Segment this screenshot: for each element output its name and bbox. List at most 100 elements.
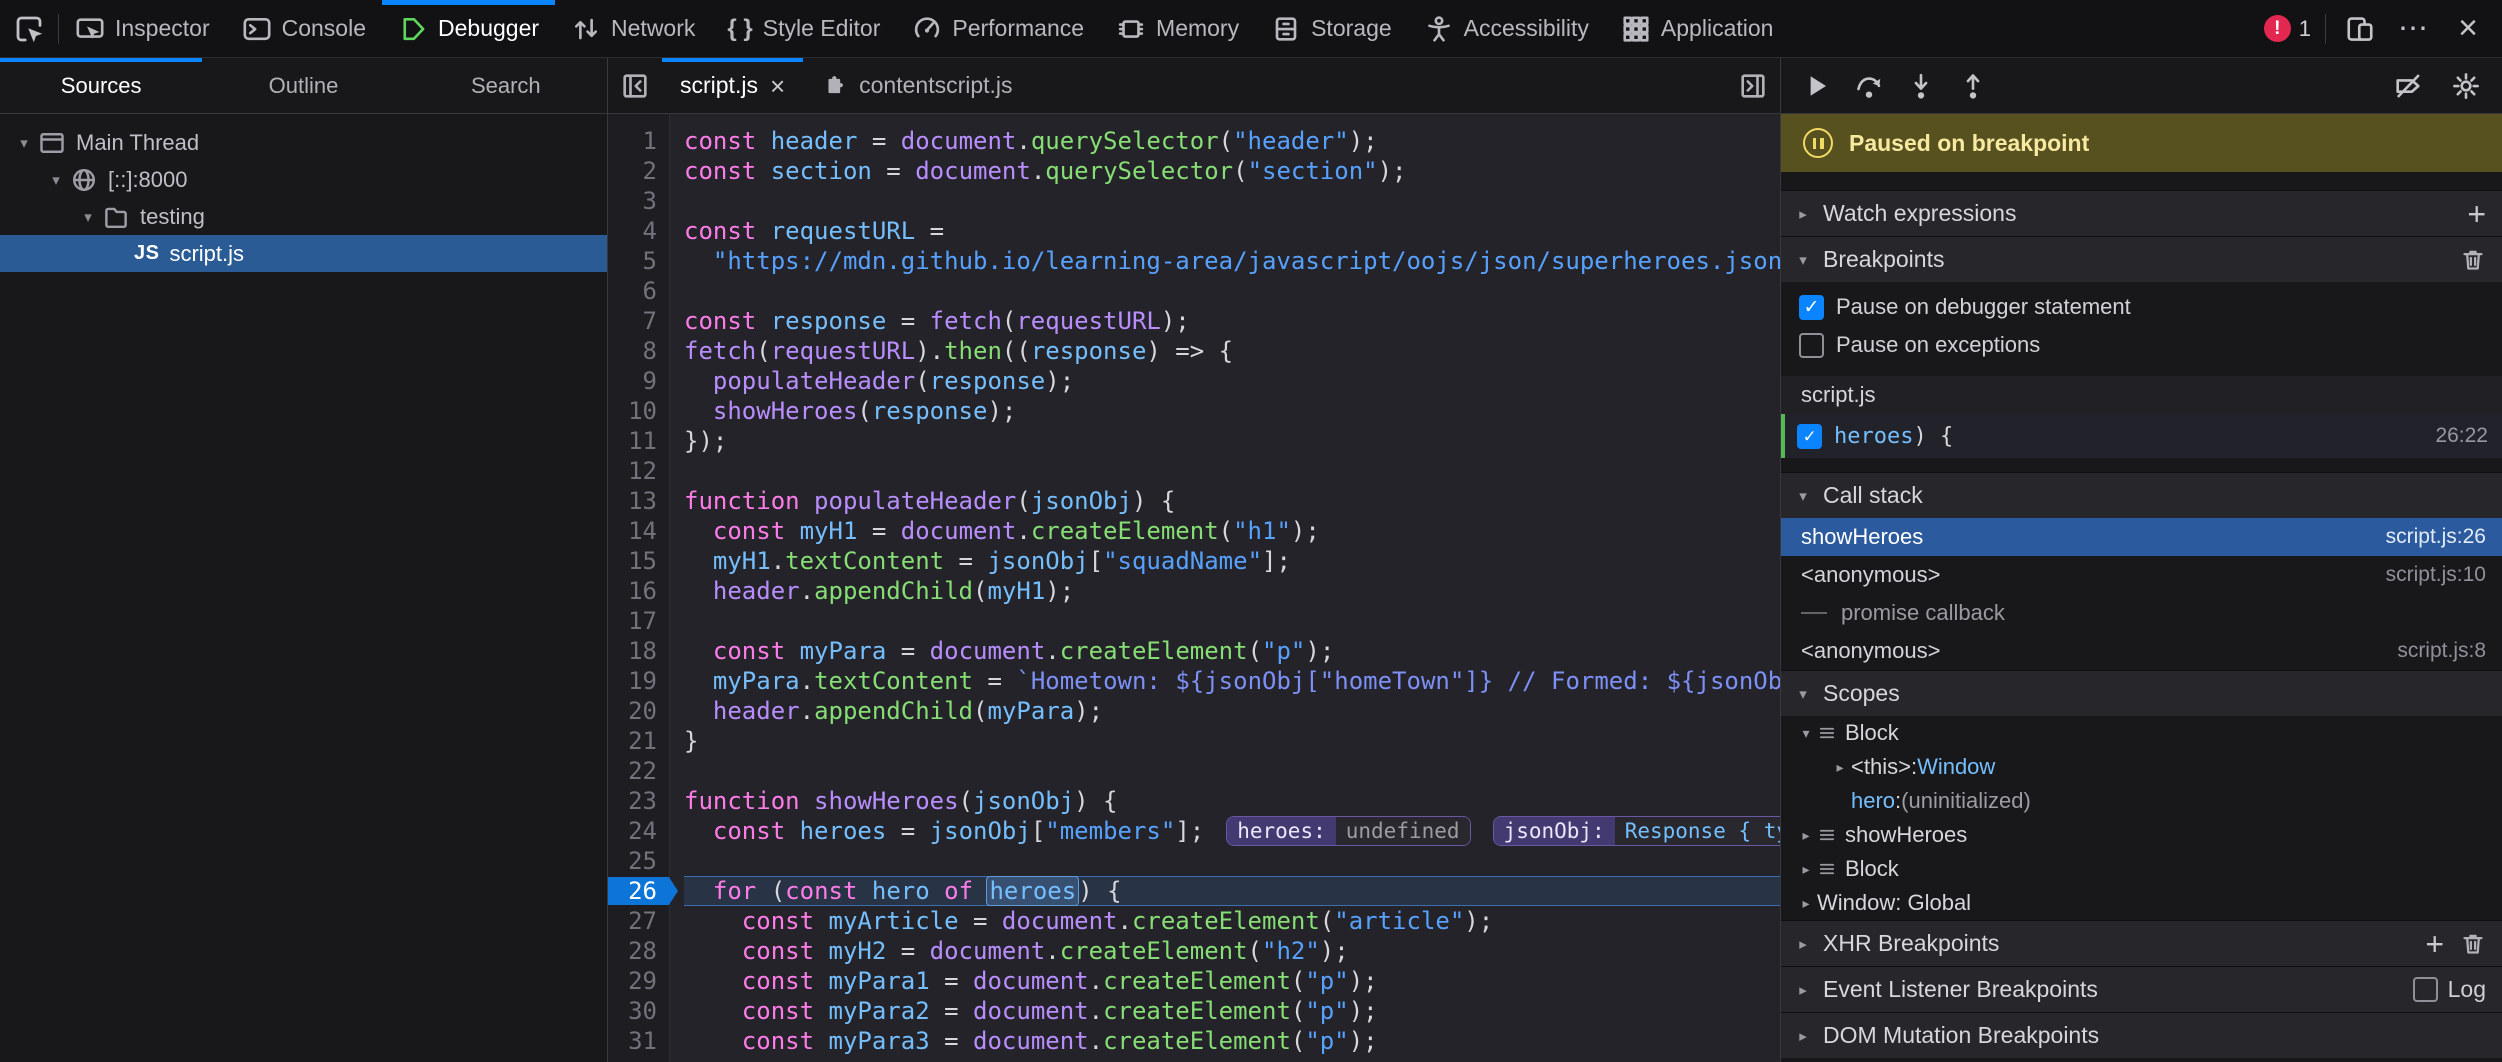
editor-tab-script-js[interactable]: script.js× <box>662 58 803 113</box>
line-number-text: 24 <box>628 817 657 845</box>
line-number[interactable]: 12 <box>608 456 669 486</box>
line-number[interactable]: 9 <box>608 366 669 396</box>
xhr-breakpoints-header[interactable]: ▸ XHR Breakpoints + <box>1781 920 2502 966</box>
call-stack-frame[interactable]: showHeroesscript.js:26 <box>1781 518 2502 556</box>
checkbox-checked[interactable]: ✓ <box>1797 424 1822 449</box>
checkbox-unchecked[interactable] <box>1799 333 1824 358</box>
watch-expressions-header[interactable]: ▸ Watch expressions + <box>1781 190 2502 236</box>
line-number[interactable]: 3 <box>608 186 669 216</box>
remove-xhr-breakpoints-icon[interactable] <box>2460 931 2486 957</box>
code-token: . <box>1045 637 1059 665</box>
line-number[interactable]: 28 <box>608 936 669 966</box>
tab-accessibility[interactable]: Accessibility <box>1408 0 1605 57</box>
breakpoint-option[interactable]: ✓Pause on debugger statement <box>1781 288 2502 326</box>
step-out-button[interactable] <box>1951 64 1995 108</box>
remove-breakpoints-icon[interactable] <box>2460 247 2486 273</box>
breakpoint-source-header[interactable]: script.js <box>1781 376 2502 414</box>
line-number[interactable]: 20 <box>608 696 669 726</box>
line-number[interactable]: 27 <box>608 906 669 936</box>
step-in-button[interactable] <box>1899 64 1943 108</box>
collapse-panel-icon <box>620 71 650 101</box>
call-stack-frame[interactable]: promise callback <box>1781 594 2502 632</box>
tab-memory[interactable]: Memory <box>1100 0 1255 57</box>
tab-inspector[interactable]: Inspector <box>59 0 226 57</box>
line-number[interactable]: 26 <box>608 876 669 906</box>
dom-mutation-breakpoints-header[interactable]: ▸ DOM Mutation Breakpoints <box>1781 1012 2502 1058</box>
close-devtools-button[interactable]: × <box>2448 9 2488 49</box>
line-number[interactable]: 5 <box>608 246 669 276</box>
scope-row[interactable]: hero: (uninitialized) <box>1781 784 2502 818</box>
code-token: of <box>944 877 973 905</box>
line-number[interactable]: 15 <box>608 546 669 576</box>
pick-element-button[interactable] <box>0 0 58 57</box>
tab-storage[interactable]: Storage <box>1255 0 1408 57</box>
log-event-checkbox[interactable] <box>2413 977 2438 1002</box>
scope-row[interactable]: ▾Block <box>1781 716 2502 750</box>
tab-performance[interactable]: Performance <box>896 0 1100 57</box>
scopes-header[interactable]: ▾ Scopes <box>1781 670 2502 716</box>
add-watch-expression-button[interactable]: + <box>2467 198 2486 230</box>
tab-network[interactable]: Network <box>555 0 711 57</box>
line-number[interactable]: 4 <box>608 216 669 246</box>
add-xhr-breakpoint-button[interactable]: + <box>2425 928 2444 960</box>
line-number[interactable]: 16 <box>608 576 669 606</box>
toolbox-meatball-menu[interactable]: ⋯ <box>2394 9 2434 49</box>
line-number[interactable]: 31 <box>608 1026 669 1056</box>
call-stack-frame[interactable]: <anonymous>script.js:10 <box>1781 556 2502 594</box>
breakpoint-option[interactable]: Pause on exceptions <box>1781 326 2502 364</box>
breakpoints-header[interactable]: ▾ Breakpoints <box>1781 236 2502 282</box>
tab-style-editor[interactable]: { }Style Editor <box>711 0 896 57</box>
debugger-sidebar: Paused on breakpoint ▸ Watch expressions… <box>1780 58 2502 1062</box>
tab-application[interactable]: Application <box>1605 0 1790 57</box>
checkbox-checked[interactable]: ✓ <box>1799 295 1824 320</box>
tree-item--8000[interactable]: ▾[::]:8000 <box>0 161 607 198</box>
line-number[interactable]: 24 <box>608 816 669 846</box>
debugger-settings-button[interactable] <box>2444 64 2488 108</box>
line-number[interactable]: 18 <box>608 636 669 666</box>
line-number[interactable]: 30 <box>608 996 669 1026</box>
tab-console[interactable]: Console <box>226 0 382 57</box>
line-number[interactable]: 2 <box>608 156 669 186</box>
tab-label: Debugger <box>438 15 539 42</box>
collapse-sources-panel-button[interactable] <box>608 58 662 113</box>
line-number[interactable]: 8 <box>608 336 669 366</box>
line-number[interactable]: 10 <box>608 396 669 426</box>
event-listener-breakpoints-header[interactable]: ▸ Event Listener Breakpoints Log <box>1781 966 2502 1012</box>
line-number[interactable]: 6 <box>608 276 669 306</box>
sources-tab-outline[interactable]: Outline <box>202 58 404 113</box>
line-number[interactable]: 29 <box>608 966 669 996</box>
error-counter[interactable]: ! 1 <box>2264 15 2311 42</box>
line-number[interactable]: 7 <box>608 306 669 336</box>
line-number[interactable]: 23 <box>608 786 669 816</box>
tree-item-main-thread[interactable]: ▾Main Thread <box>0 124 607 161</box>
line-number[interactable]: 21 <box>608 726 669 756</box>
line-number[interactable]: 19 <box>608 666 669 696</box>
line-number[interactable]: 17 <box>608 606 669 636</box>
sources-tab-sources[interactable]: Sources <box>0 58 202 113</box>
line-number[interactable]: 1 <box>608 126 669 156</box>
tree-item-testing[interactable]: ▾testing <box>0 198 607 235</box>
line-number[interactable]: 14 <box>608 516 669 546</box>
call-stack-header[interactable]: ▾ Call stack <box>1781 472 2502 518</box>
tree-item-script-js[interactable]: JSscript.js <box>0 235 607 272</box>
toggle-panes-button[interactable] <box>1726 58 1780 113</box>
breakpoint-item[interactable]: ✓heroes) {26:22 <box>1781 414 2502 458</box>
resume-button[interactable] <box>1795 64 1839 108</box>
deactivate-breakpoints-button[interactable] <box>2386 64 2430 108</box>
step-over-button[interactable] <box>1847 64 1891 108</box>
sources-tab-search[interactable]: Search <box>405 58 607 113</box>
line-number[interactable]: 11 <box>608 426 669 456</box>
code-token: section <box>771 157 872 185</box>
editor-tab-contentscript-js[interactable]: contentscript.js <box>803 58 1030 113</box>
scope-row[interactable]: ▸showHeroes <box>1781 818 2502 852</box>
scope-row[interactable]: ▸<this>: Window <box>1781 750 2502 784</box>
responsive-design-button[interactable] <box>2340 9 2380 49</box>
tab-debugger[interactable]: Debugger <box>382 0 555 57</box>
scope-row[interactable]: ▸Window: Global <box>1781 886 2502 920</box>
scope-row[interactable]: ▸Block <box>1781 852 2502 886</box>
call-stack-frame[interactable]: <anonymous>script.js:8 <box>1781 632 2502 670</box>
close-tab-icon[interactable]: × <box>770 73 785 99</box>
line-number[interactable]: 22 <box>608 756 669 786</box>
line-number[interactable]: 25 <box>608 846 669 876</box>
line-number[interactable]: 13 <box>608 486 669 516</box>
